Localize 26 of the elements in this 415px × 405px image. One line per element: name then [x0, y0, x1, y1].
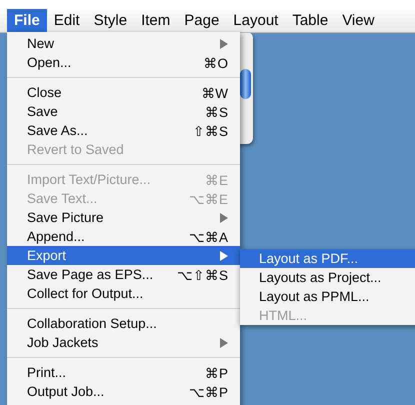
- menu-item[interactable]: Save Picture: [7, 208, 240, 227]
- menu-item[interactable]: Open... ⌘O: [7, 53, 240, 72]
- menu-item[interactable]: Layout as PPML...: [240, 287, 415, 306]
- menu-title[interactable]: Edit: [46, 9, 87, 32]
- menu-item[interactable]: Layouts as Project...: [240, 268, 415, 287]
- menu-title[interactable]: Item: [134, 9, 178, 32]
- menu-title[interactable]: View: [335, 9, 382, 32]
- menu-item[interactable]: Output Job... ⌥⌘P: [7, 382, 240, 401]
- menu-title[interactable]: File: [7, 9, 47, 32]
- menu-item[interactable]: Job Jackets: [7, 333, 240, 352]
- menu-item[interactable]: New: [7, 34, 240, 53]
- menu-item[interactable]: Layout as PDF...: [240, 249, 415, 268]
- menu-item[interactable]: Collect for Output...: [7, 284, 240, 303]
- menu-title[interactable]: Page: [177, 9, 226, 32]
- menu-item[interactable]: Collaboration Setup...: [7, 314, 240, 333]
- menu-title[interactable]: Table: [285, 9, 336, 32]
- menu-item[interactable]: Export: [7, 246, 240, 265]
- menu-title[interactable]: Style: [86, 9, 134, 32]
- menu-item[interactable]: Save As... ⇧⌘S: [7, 121, 240, 140]
- menu-item[interactable]: Save Page as EPS... ⌥⇧⌘S: [7, 265, 240, 284]
- menu-item[interactable]: Close ⌘W: [7, 83, 240, 102]
- scrollbar-thumb[interactable]: [240, 69, 251, 99]
- menu-title[interactable]: Layout: [226, 9, 286, 32]
- menu-item[interactable]: Save ⌘S: [7, 102, 240, 121]
- menu-item[interactable]: Append... ⌥⌘A: [7, 227, 240, 246]
- menu-item[interactable]: Print... ⌘P: [7, 363, 240, 382]
